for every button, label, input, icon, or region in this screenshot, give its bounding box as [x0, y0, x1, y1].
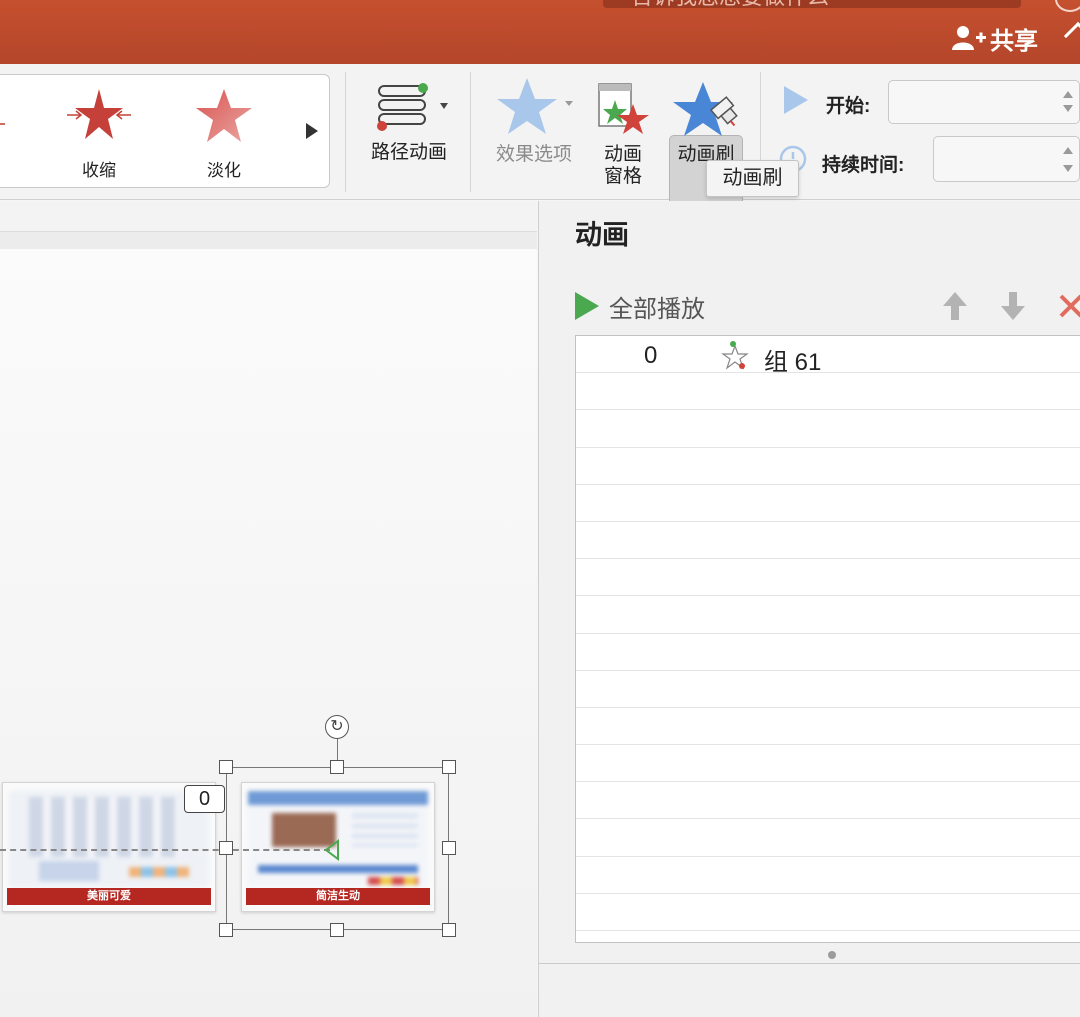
play-all-button[interactable]: 全部播放 [575, 289, 705, 323]
gallery-item-fade[interactable]: 淡化 [174, 87, 274, 181]
duration-label: 持续时间: [822, 155, 905, 176]
start-label: 开始: [826, 96, 871, 117]
duration-down-arrow-icon[interactable] [1063, 165, 1073, 172]
empty-list-row [576, 708, 1080, 746]
play-all-label: 全部播放 [609, 295, 705, 323]
duration-up-arrow-icon[interactable] [1063, 147, 1073, 154]
ribbon: 收缩 淡化 路径动画 效果选项 动画 窗格 动画刷 开始: 持续时间: [0, 64, 1080, 207]
rotate-handle-icon[interactable]: ↻ [325, 715, 349, 739]
resize-handle-top[interactable] [330, 760, 344, 774]
animation-pane-button[interactable]: 动画 窗格 [594, 82, 652, 188]
animation-painter-tooltip: 动画刷 [706, 160, 799, 197]
gallery-item-shrink[interactable]: 收缩 [49, 87, 149, 181]
thumbnail-caption: 美丽可爱 [7, 888, 211, 905]
gallery-item-label: 淡化 [207, 161, 241, 180]
empty-list-row [576, 634, 1080, 671]
gallery-item-label: 收缩 [82, 161, 116, 180]
ribbon-divider [470, 72, 471, 192]
pane-divider [539, 963, 1080, 964]
resize-handle-right[interactable] [442, 841, 456, 855]
resize-handle-left[interactable] [219, 841, 233, 855]
effect-star-icon [721, 341, 749, 370]
empty-list-row [576, 745, 1080, 783]
resize-handle-top-right[interactable] [442, 760, 456, 774]
resize-handle-bottom-left[interactable] [219, 923, 233, 937]
animation-gallery: 收缩 淡化 [0, 74, 330, 188]
animation-target-name: 组 61 [764, 349, 822, 376]
help-icon[interactable] [1055, 0, 1080, 12]
effect-options-label: 效果选项 [495, 144, 572, 165]
fade-star-icon [196, 89, 252, 142]
move-up-arrow-icon[interactable] [939, 290, 971, 322]
resize-handle-top-left[interactable] [219, 760, 233, 774]
move-down-arrow-icon[interactable] [997, 290, 1029, 322]
animation-list-item[interactable]: 0 组 61 [576, 336, 1080, 376]
empty-list-row [576, 559, 1080, 597]
empty-list-row [576, 671, 1080, 708]
selection-box [226, 767, 449, 930]
empty-list-row [576, 485, 1080, 522]
pane-controls [939, 289, 1080, 323]
animation-pane-label-line1: 动画 [603, 144, 642, 165]
animation-list: 0 组 61 [575, 335, 1080, 943]
remove-x-icon[interactable] [1055, 290, 1080, 322]
gallery-scroll-arrow-icon[interactable] [306, 123, 318, 139]
empty-list-row [576, 522, 1080, 560]
pane-title: 动画 [575, 220, 629, 250]
resize-handle-bottom-right[interactable] [442, 923, 456, 937]
start-up-arrow-icon [1063, 91, 1073, 98]
empty-list-row [576, 596, 1080, 634]
share-label: 共享 [990, 27, 1038, 55]
shrink-star-icon [67, 89, 131, 139]
play-icon [575, 292, 599, 320]
animation-painter-button[interactable]: 动画刷 [669, 80, 743, 166]
empty-list-row [576, 782, 1080, 820]
title-bar: 告诉我您想要做什么 共享 [0, 0, 1080, 64]
resize-handle-bottom[interactable] [330, 923, 344, 937]
start-play-icon [784, 86, 808, 114]
add-person-icon [952, 26, 986, 50]
animation-pane-label-line2: 窗格 [603, 166, 642, 187]
pane-resize-grip[interactable] [828, 951, 836, 959]
animation-order-badge: 0 [184, 785, 225, 813]
path-animation-label: 路径动画 [370, 142, 447, 163]
empty-list-row [576, 448, 1080, 485]
duration-input[interactable] [933, 136, 1080, 182]
animation-pane-icon [598, 83, 649, 134]
search-field[interactable]: 告诉我您想要做什么 [603, 0, 1021, 8]
thumbnail-image [9, 791, 209, 887]
share-button[interactable]: 共享 [952, 22, 1038, 55]
effect-options-star-icon [497, 78, 573, 134]
start-down-arrow-icon [1063, 105, 1073, 112]
partial-effect-icon [0, 123, 5, 125]
empty-list-row [576, 819, 1080, 857]
slide-ruler-strip [0, 231, 537, 249]
effect-options-button[interactable]: 效果选项 [486, 76, 582, 166]
ribbon-divider [345, 72, 346, 192]
path-animation-icon [377, 83, 448, 131]
collapse-ribbon-icon[interactable] [1063, 21, 1080, 51]
empty-list-row [576, 373, 1080, 411]
empty-list-row [576, 410, 1080, 448]
empty-list-row [576, 894, 1080, 931]
animation-order: 0 [644, 342, 658, 369]
path-animation-button[interactable]: 路径动画 [362, 80, 456, 164]
empty-list-row [576, 857, 1080, 894]
animation-pane: 动画 全部播放 0 组 61 [538, 201, 1080, 1017]
start-select[interactable] [888, 80, 1080, 124]
animation-painter-icon [673, 82, 738, 136]
